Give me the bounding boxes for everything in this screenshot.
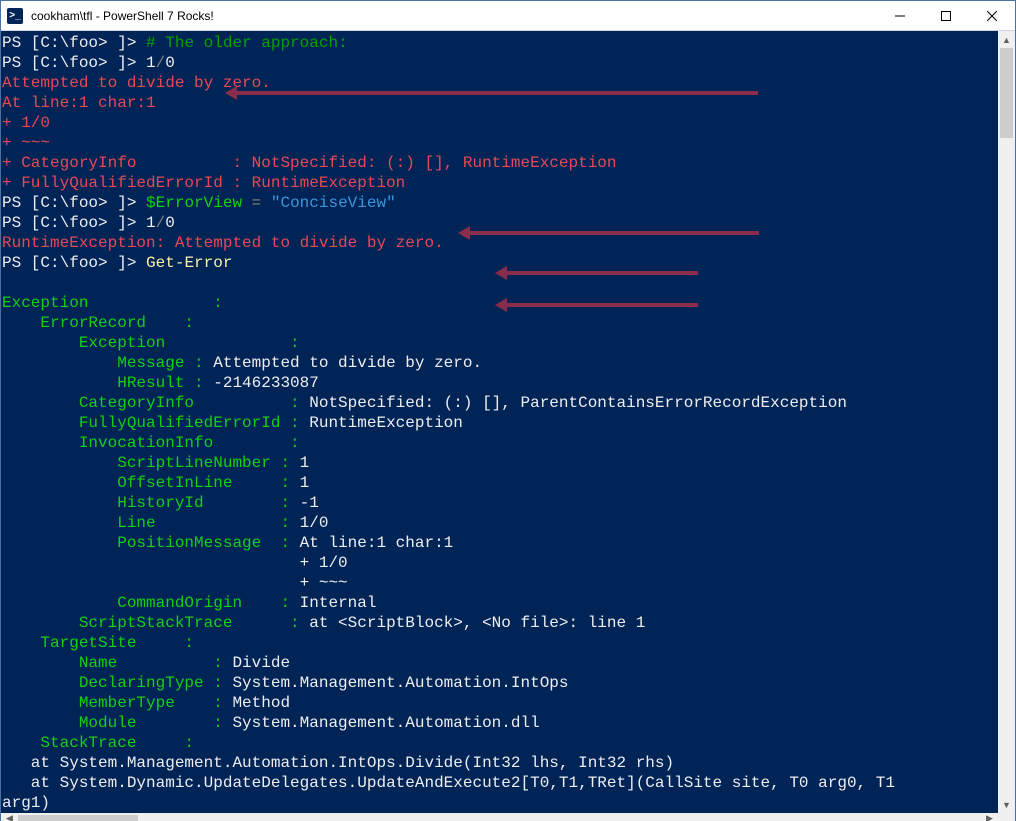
field-label: InvocationInfo :: [2, 434, 300, 452]
field-value: Internal: [300, 594, 377, 612]
error-line: + CategoryInfo : NotSpecified: (:) [], R…: [2, 154, 617, 172]
literal: 1: [146, 54, 156, 72]
field-label: CategoryInfo :: [2, 394, 309, 412]
stack-line: at System.Dynamic.UpdateDelegates.Update…: [2, 774, 895, 792]
hscroll-thumb[interactable]: [18, 815, 138, 821]
window-controls: [877, 1, 1015, 30]
field-value: + ~~~: [2, 574, 348, 592]
field-label: Exception :: [2, 334, 300, 352]
field-value: System.Management.Automation.IntOps: [232, 674, 568, 692]
variable: $ErrorView: [146, 194, 242, 212]
field-label: OffsetInLine :: [2, 474, 300, 492]
error-line: At line:1 char:1: [2, 94, 156, 112]
field-value: At line:1 char:1: [300, 534, 454, 552]
scroll-left-button[interactable]: ◀: [1, 813, 18, 821]
scroll-track[interactable]: [998, 48, 1015, 796]
powershell-icon: >_: [7, 8, 23, 24]
powershell-window: >_ cookham\tfl - PowerShell 7 Rocks! PS …: [0, 0, 1016, 821]
field-value: RuntimeException: [309, 414, 463, 432]
titlebar[interactable]: >_ cookham\tfl - PowerShell 7 Rocks!: [1, 1, 1015, 31]
stack-line: at System.Management.Automation.IntOps.D…: [2, 754, 674, 772]
field-label: HResult :: [2, 374, 213, 392]
minimize-button[interactable]: [877, 1, 923, 30]
field-label: CommandOrigin :: [2, 594, 300, 612]
field-label: PositionMessage :: [2, 534, 300, 552]
maximize-button[interactable]: [923, 1, 969, 30]
horizontal-scrollbar[interactable]: ◀ ▶: [1, 813, 1015, 821]
field-label: Module :: [2, 714, 232, 732]
field-label: ScriptLineNumber :: [2, 454, 300, 472]
field-value: 1: [300, 474, 310, 492]
error-line: Attempted to divide by zero.: [2, 74, 271, 92]
maximize-icon: [941, 11, 951, 21]
client-area: PS [C:\foo> ]> # The older approach: PS …: [1, 31, 1015, 813]
field-value: Method: [232, 694, 290, 712]
field-label: HistoryId :: [2, 494, 300, 512]
vertical-scrollbar[interactable]: ▲ ▼: [998, 31, 1015, 813]
error-line: RuntimeException: Attempted to divide by…: [2, 234, 444, 252]
close-icon: [987, 11, 997, 21]
error-line: + ~~~: [2, 134, 50, 152]
cmdlet: Get-Error: [146, 254, 232, 272]
scroll-right-button[interactable]: ▶: [981, 813, 998, 821]
scroll-down-button[interactable]: ▼: [998, 796, 1015, 813]
scroll-up-button[interactable]: ▲: [998, 31, 1015, 48]
field-label: ScriptStackTrace :: [2, 614, 309, 632]
literal: 0: [165, 54, 175, 72]
prompt: PS [C:\foo> ]>: [2, 34, 146, 52]
field-value: Attempted to divide by zero.: [213, 354, 482, 372]
comment-text: # The older approach:: [146, 34, 348, 52]
field-value: -2146233087: [213, 374, 319, 392]
field-value: + 1/0: [2, 554, 348, 572]
operator: =: [242, 194, 271, 212]
operator: /: [156, 54, 166, 72]
field-label: ErrorRecord :: [2, 314, 194, 332]
literal: 0: [165, 214, 175, 232]
literal: 1: [146, 214, 156, 232]
string-literal: "ConciseView": [271, 194, 396, 212]
stack-line: arg1): [2, 794, 50, 812]
prompt: PS [C:\foo> ]>: [2, 214, 146, 232]
field-label: Message :: [2, 354, 213, 372]
field-value: 1/0: [300, 514, 329, 532]
console-output[interactable]: PS [C:\foo> ]> # The older approach: PS …: [1, 31, 998, 813]
field-value: at <ScriptBlock>, <No file>: line 1: [309, 614, 645, 632]
prompt: PS [C:\foo> ]>: [2, 194, 146, 212]
field-value: Divide: [232, 654, 290, 672]
scrollbar-corner: [998, 813, 1015, 821]
field-label: Line :: [2, 514, 300, 532]
prompt: PS [C:\foo> ]>: [2, 254, 146, 272]
field-value: NotSpecified: (:) [], ParentContainsErro…: [309, 394, 847, 412]
operator: /: [156, 214, 166, 232]
scroll-thumb[interactable]: [1000, 48, 1013, 138]
minimize-icon: [895, 11, 905, 21]
field-value: 1: [300, 454, 310, 472]
field-label: Name :: [2, 654, 232, 672]
field-label: TargetSite :: [2, 634, 194, 652]
close-button[interactable]: [969, 1, 1015, 30]
field-label: StackTrace :: [2, 734, 194, 752]
app-icon: >_: [1, 8, 29, 24]
field-label: DeclaringType :: [2, 674, 232, 692]
window-title: cookham\tfl - PowerShell 7 Rocks!: [29, 9, 877, 23]
error-line: + FullyQualifiedErrorId : RuntimeExcepti…: [2, 174, 405, 192]
error-line: + 1/0: [2, 114, 50, 132]
field-value: System.Management.Automation.dll: [232, 714, 539, 732]
prompt: PS [C:\foo> ]>: [2, 54, 146, 72]
field-label: FullyQualifiedErrorId :: [2, 414, 309, 432]
hscroll-track[interactable]: [18, 813, 981, 821]
field-value: -1: [300, 494, 319, 512]
field-label: MemberType :: [2, 694, 232, 712]
field-label: Exception :: [2, 294, 223, 312]
